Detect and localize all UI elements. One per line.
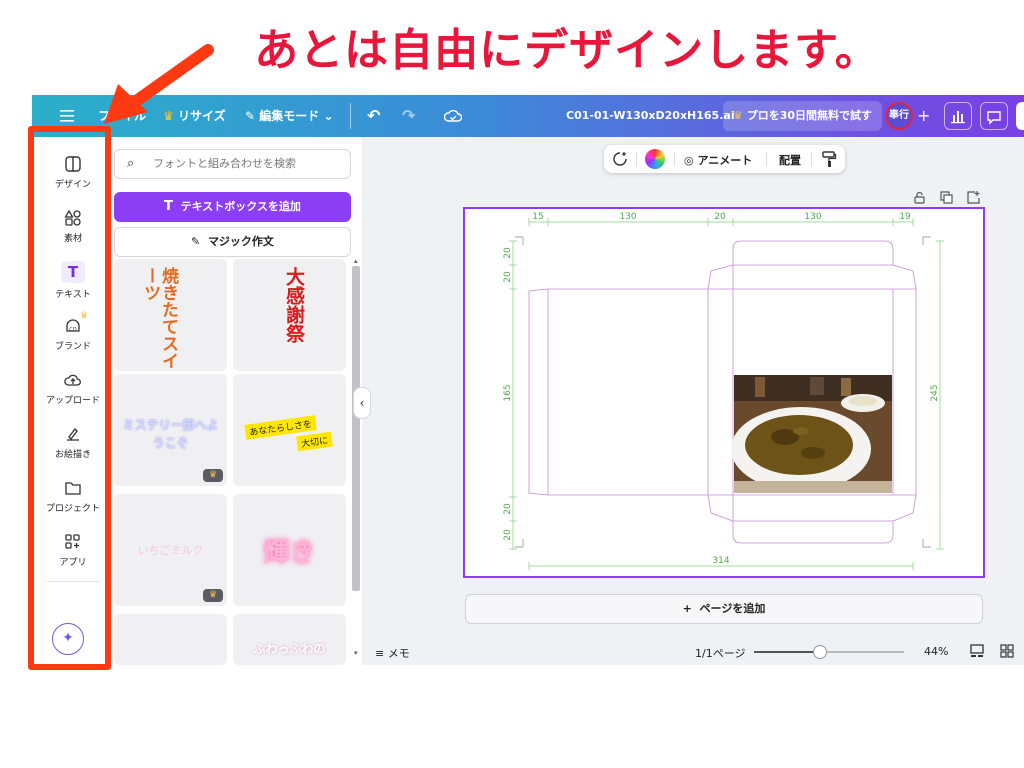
text-sample: 焼きたてスイーツ xyxy=(140,267,178,369)
dim-label: 20 xyxy=(503,529,513,541)
text-sample-tile[interactable]: あなたらしさを 大切に xyxy=(233,374,346,486)
animate-button[interactable]: ◎ アニメート xyxy=(684,152,752,168)
magic-write-label: マジック作文 xyxy=(207,235,274,248)
chevron-left-icon: ‹ xyxy=(359,396,365,410)
share-button[interactable] xyxy=(1016,102,1024,130)
text-sample: いちごミルク xyxy=(137,544,204,557)
premium-badge: ♛ xyxy=(203,589,223,602)
add-textbox-button[interactable]: T テキストボックスを追加 xyxy=(114,192,351,222)
text-t-icon: T xyxy=(164,199,173,214)
text-sample-tile[interactable]: 輝き xyxy=(233,494,346,606)
zoom-thumb[interactable] xyxy=(813,645,827,659)
text-panel: ⌕ フォントと組み合わせを検索 T テキストボックスを追加 ✎ マジック作文 焼… xyxy=(114,137,362,665)
undo-icon[interactable]: ↶ xyxy=(367,95,380,137)
text-sample: ふわっふわの xyxy=(253,642,326,656)
dim-label: 20 xyxy=(503,271,513,283)
premium-badge: ♛ xyxy=(203,469,223,482)
analytics-button[interactable] xyxy=(944,102,972,130)
grid-view-icon[interactable] xyxy=(1000,643,1014,658)
collapse-panel-button[interactable]: ‹ xyxy=(353,387,371,419)
pro-trial-button[interactable]: ♛ プロを30日間無料で試す xyxy=(723,101,883,131)
edit-mode-button[interactable]: ✎ 編集モード ⌄ xyxy=(245,95,334,137)
dim-label: 19 xyxy=(899,212,911,222)
food-photo[interactable] xyxy=(731,375,892,493)
add-page-button[interactable]: + ページを追加 xyxy=(465,594,983,624)
magic-edit-icon[interactable] xyxy=(611,150,629,168)
notes-button[interactable]: ≡ メモ xyxy=(375,645,410,661)
divider xyxy=(636,152,637,166)
notes-icon: ≡ xyxy=(375,647,385,660)
magic-write-button[interactable]: ✎ マジック作文 xyxy=(114,227,351,257)
zoom-slider[interactable] xyxy=(754,645,904,659)
divider xyxy=(350,103,351,129)
redo-icon[interactable]: ↷ xyxy=(402,95,415,137)
bar-chart-icon xyxy=(951,111,965,124)
add-textbox-label: テキストボックスを追加 xyxy=(180,200,301,213)
text-sample-tile[interactable] xyxy=(114,614,227,665)
text-sample-tile[interactable]: ミステリー部へようこそ ♛ xyxy=(114,374,227,486)
dim-label: 20 xyxy=(503,247,513,259)
dim-label: 165 xyxy=(503,384,513,401)
dim-label: 130 xyxy=(619,212,636,222)
paint-roller-icon[interactable] xyxy=(821,150,837,168)
dim-label: 314 xyxy=(712,556,729,566)
edit-mode-label: 編集モード xyxy=(259,109,320,123)
arrow-annotation xyxy=(104,44,214,124)
add-page-label: ページを追加 xyxy=(699,602,766,615)
dim-label: 20 xyxy=(714,212,726,222)
animate-label: アニメート xyxy=(697,154,753,167)
notes-label: メモ xyxy=(387,647,410,660)
plus-icon: + xyxy=(682,602,692,615)
highlight-box xyxy=(28,126,111,670)
text-sample: 大感謝祭 xyxy=(283,267,305,343)
text-sample: 大切に xyxy=(296,431,333,452)
add-collaborator-icon[interactable]: + xyxy=(917,95,930,137)
duplicate-page-icon[interactable] xyxy=(940,189,953,204)
scroll-down-icon[interactable]: ▾ xyxy=(354,650,359,657)
comment-button[interactable] xyxy=(980,102,1008,130)
position-button[interactable]: 配置 xyxy=(779,152,801,168)
lock-icon[interactable] xyxy=(913,189,926,204)
divider xyxy=(674,152,675,166)
file-name[interactable]: C01-01-W130xD20xH165.ai xyxy=(566,95,735,137)
divider xyxy=(766,152,767,166)
scroll-up-icon[interactable]: ▴ xyxy=(354,258,359,265)
text-sample-tile[interactable]: ふわっふわの xyxy=(233,614,346,665)
chevron-down-icon: ⌄ xyxy=(323,109,334,123)
add-page-icon[interactable] xyxy=(967,189,980,204)
text-sample-tile[interactable]: 焼きたてスイーツ xyxy=(114,259,227,371)
page-view-icon[interactable] xyxy=(970,643,984,657)
context-toolbar: ◎ アニメート 配置 xyxy=(604,145,845,173)
dim-label: 130 xyxy=(804,212,821,222)
text-sample: ミステリー部へようこそ xyxy=(122,418,219,450)
font-search-placeholder: フォントと組み合わせを検索 xyxy=(153,157,296,170)
font-search-input[interactable]: ⌕ フォントと組み合わせを検索 xyxy=(114,149,351,179)
dim-label: 15 xyxy=(532,212,543,222)
zoom-fill xyxy=(754,651,820,653)
cloud-save-icon[interactable] xyxy=(443,95,463,137)
color-wheel-icon[interactable] xyxy=(645,149,665,169)
text-sample: 輝き xyxy=(263,538,316,568)
panel-scrollbar[interactable]: ▴ ▾ xyxy=(352,258,360,658)
page-count[interactable]: 1/1ページ xyxy=(695,645,745,661)
avatar[interactable]: 奉行 xyxy=(885,102,913,130)
design-canvas[interactable]: 15 130 20 130 19 20 20 165 20 20 245 314 xyxy=(463,207,985,578)
zoom-level[interactable]: 44% xyxy=(924,645,948,658)
scrollbar-thumb[interactable] xyxy=(352,266,360,591)
divider xyxy=(811,152,812,166)
magic-wand-icon: ✎ xyxy=(191,235,201,248)
pro-trial-label: プロを30日間無料で試す xyxy=(746,109,873,122)
comment-icon xyxy=(987,111,1001,125)
dim-label: 20 xyxy=(503,503,513,515)
text-sample-tile[interactable]: 大感謝祭 xyxy=(233,259,346,371)
text-sample-tile[interactable]: いちごミルク ♛ xyxy=(114,494,227,606)
search-icon: ⌕ xyxy=(127,156,135,171)
crown-icon: ♛ xyxy=(733,109,743,122)
pencil-icon: ✎ xyxy=(245,109,256,123)
dim-label: 245 xyxy=(930,384,940,401)
animate-icon: ◎ xyxy=(684,154,694,167)
box-dieline: 15 130 20 130 19 20 20 165 20 20 245 314 xyxy=(503,212,944,570)
